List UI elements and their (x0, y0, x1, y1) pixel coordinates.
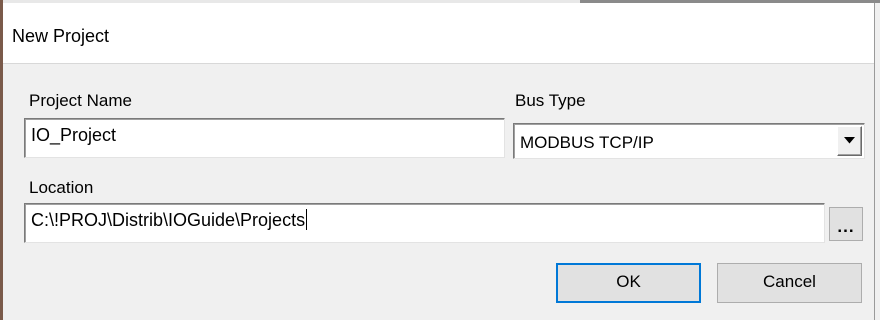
location-input[interactable]: C:\!PROJ\Distrib\IOGuide\Projects (24, 203, 825, 243)
screen: New Project Project Name IO_Project Bus … (0, 0, 880, 320)
chevron-down-icon (844, 137, 855, 144)
project-name-input[interactable]: IO_Project (24, 118, 505, 158)
location-label: Location (29, 178, 94, 197)
browse-ellipsis-icon: ... (837, 217, 855, 236)
bus-type-selected-value: MODBUS TCP/IP (520, 133, 654, 152)
location-value: C:\!PROJ\Distrib\IOGuide\Projects (31, 210, 306, 230)
dialog-titlebar[interactable]: New Project (3, 3, 874, 64)
bus-type-label: Bus Type (515, 91, 586, 110)
browse-location-button[interactable]: ... (829, 207, 863, 241)
ok-button-label: OK (616, 272, 641, 291)
bus-type-select[interactable]: MODBUS TCP/IP (513, 123, 865, 159)
project-name-label: Project Name (29, 91, 132, 110)
bus-type-dropdown-button[interactable] (837, 126, 862, 156)
cancel-button-label: Cancel (763, 272, 816, 291)
dialog-title: New Project (12, 26, 110, 46)
ok-button[interactable]: OK (556, 263, 701, 303)
cancel-button[interactable]: Cancel (717, 263, 862, 303)
project-name-value: IO_Project (31, 125, 117, 145)
new-project-dialog: New Project Project Name IO_Project Bus … (3, 3, 875, 320)
text-caret (306, 209, 308, 230)
